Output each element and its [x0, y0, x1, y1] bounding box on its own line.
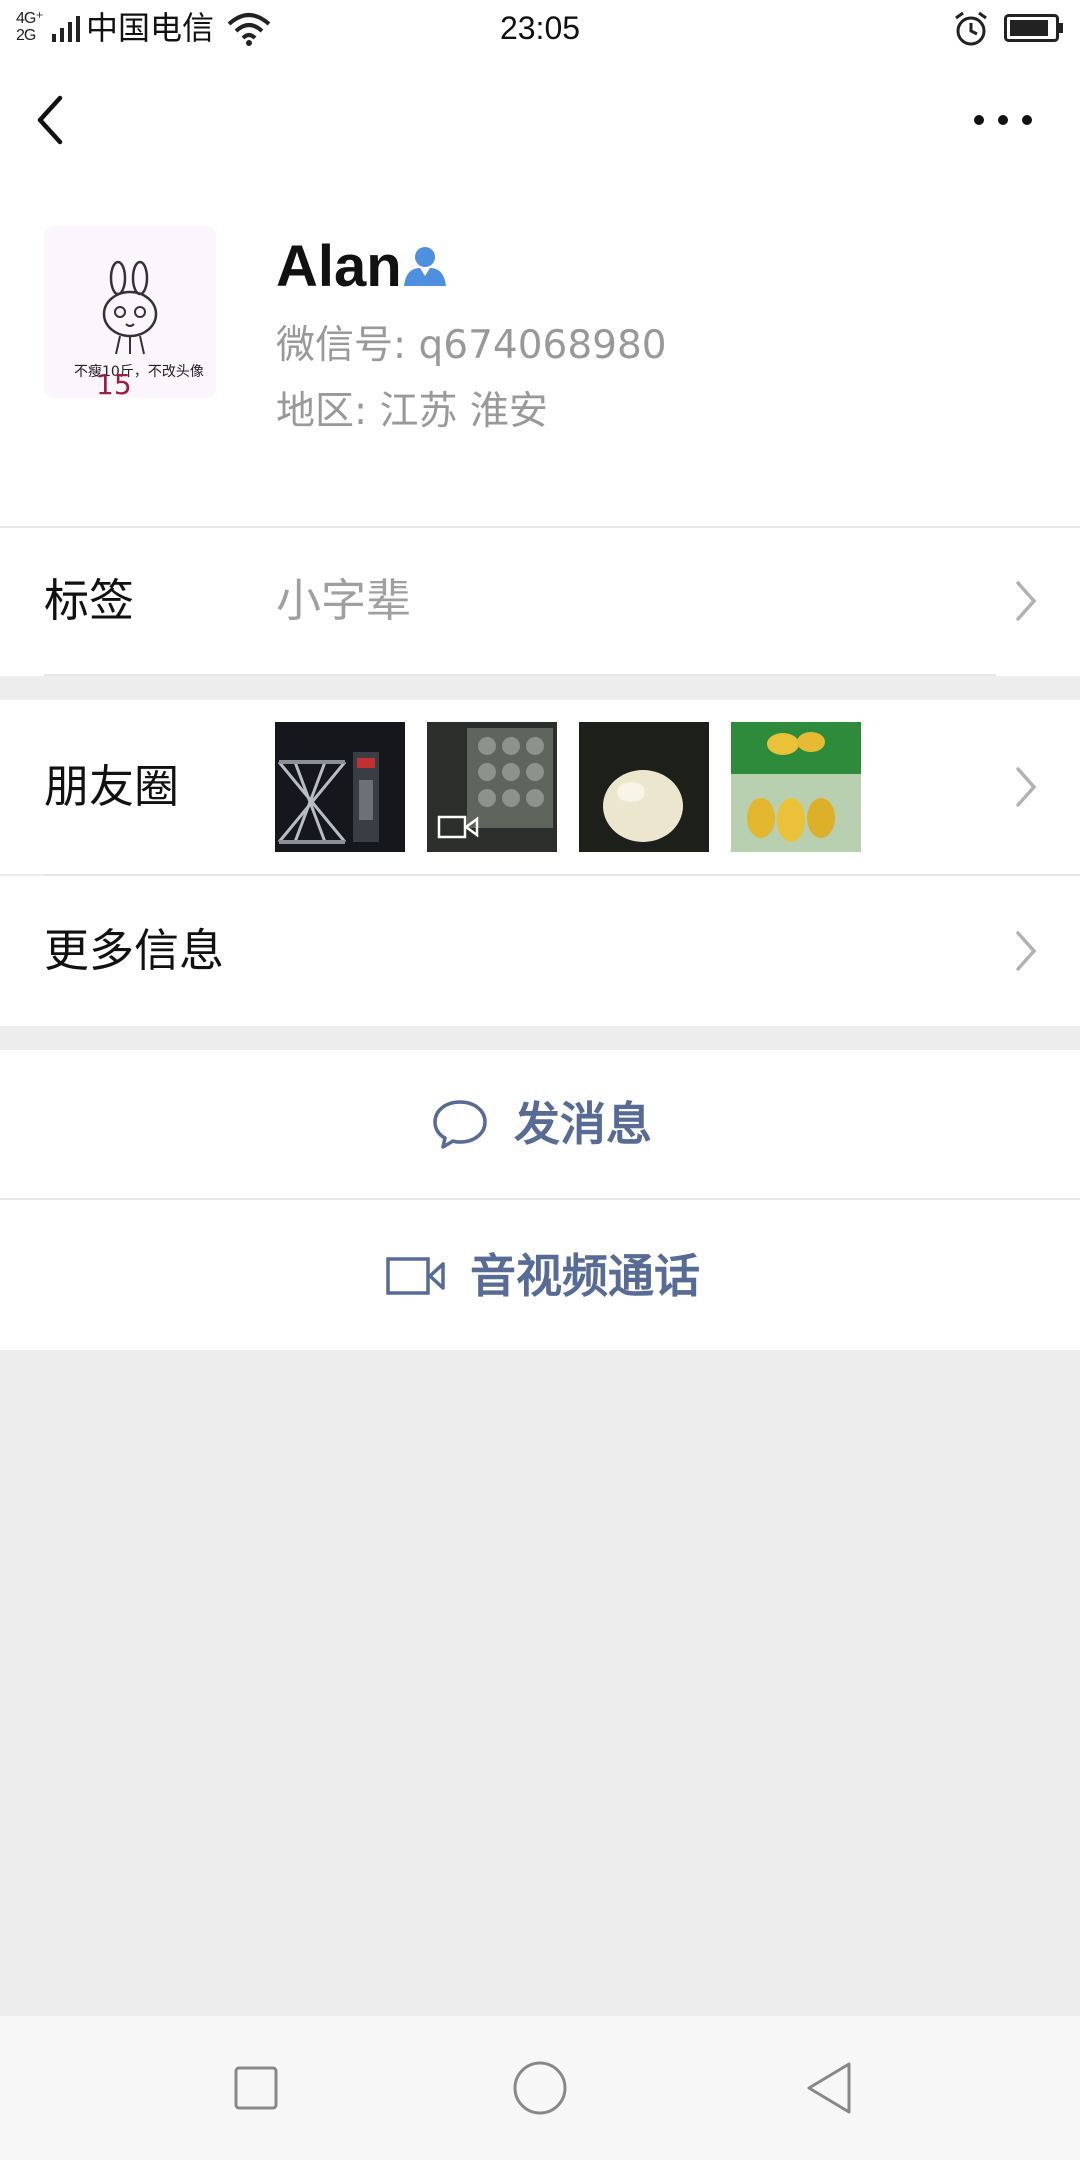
tags-label: 标签 [44, 574, 135, 627]
circle-icon[interactable] [512, 2060, 568, 2116]
contact-name: Alan [276, 234, 402, 299]
send-message-label: 发消息 [514, 1097, 652, 1151]
tags-row[interactable]: 标签 小字辈 [0, 526, 1080, 676]
chevron-right-icon [1016, 767, 1037, 807]
video-call-label: 音视频通话 [470, 1249, 700, 1303]
back-button[interactable] [30, 92, 78, 148]
moments-thumb-gate [275, 722, 405, 852]
svg-text:不瘦10斤，不改头像: 不瘦10斤，不改头像 [74, 363, 204, 380]
alarm-icon [955, 11, 987, 46]
moments-row[interactable]: 朋友圈 [0, 700, 1080, 876]
system-navigation-bar [0, 2016, 1080, 2160]
more-info-row[interactable]: 更多信息 [0, 876, 1080, 1026]
chevron-right-icon [1016, 931, 1037, 971]
tags-value: 小字辈 [276, 574, 412, 627]
more-info-label: 更多信息 [44, 924, 225, 977]
divider [44, 674, 996, 676]
moments-thumb-video [427, 722, 557, 852]
square-icon[interactable] [234, 2066, 278, 2110]
divider [0, 526, 1080, 528]
region: 地区: 江苏 淮安 [276, 389, 548, 434]
battery-icon [1004, 14, 1063, 42]
svg-text:15: 15 [96, 368, 132, 398]
chevron-right-icon [1016, 581, 1037, 621]
video-icon [437, 815, 479, 839]
profile-card: 不瘦10斤，不改头像 15 Alan 微信号: q674068980 地区: 江… [0, 184, 1080, 526]
wechat-id: 微信号: q674068980 [276, 323, 667, 368]
moments-thumb-fruit [579, 722, 709, 852]
more-options-button[interactable] [968, 102, 1038, 138]
video-call-button[interactable]: 音视频通话 [0, 1200, 1080, 1350]
moments-label: 朋友圈 [44, 760, 180, 813]
person-icon [404, 247, 446, 286]
video-camera-icon [386, 1257, 445, 1295]
chat-bubble-icon [433, 1100, 487, 1149]
triangle-back-icon[interactable] [804, 2060, 854, 2116]
avatar[interactable]: 不瘦10斤，不改头像 15 [44, 226, 216, 398]
moments-thumb-durian [731, 722, 861, 852]
send-message-button[interactable]: 发消息 [0, 1050, 1080, 1200]
rabbit-avatar-drawing: 不瘦10斤，不改头像 15 [44, 226, 216, 398]
top-navigation-bar [0, 56, 1080, 184]
clock: 23:05 [499, 10, 581, 46]
status-bar: 4G⁺ 2G 中国电信 23:05 [0, 0, 1080, 56]
